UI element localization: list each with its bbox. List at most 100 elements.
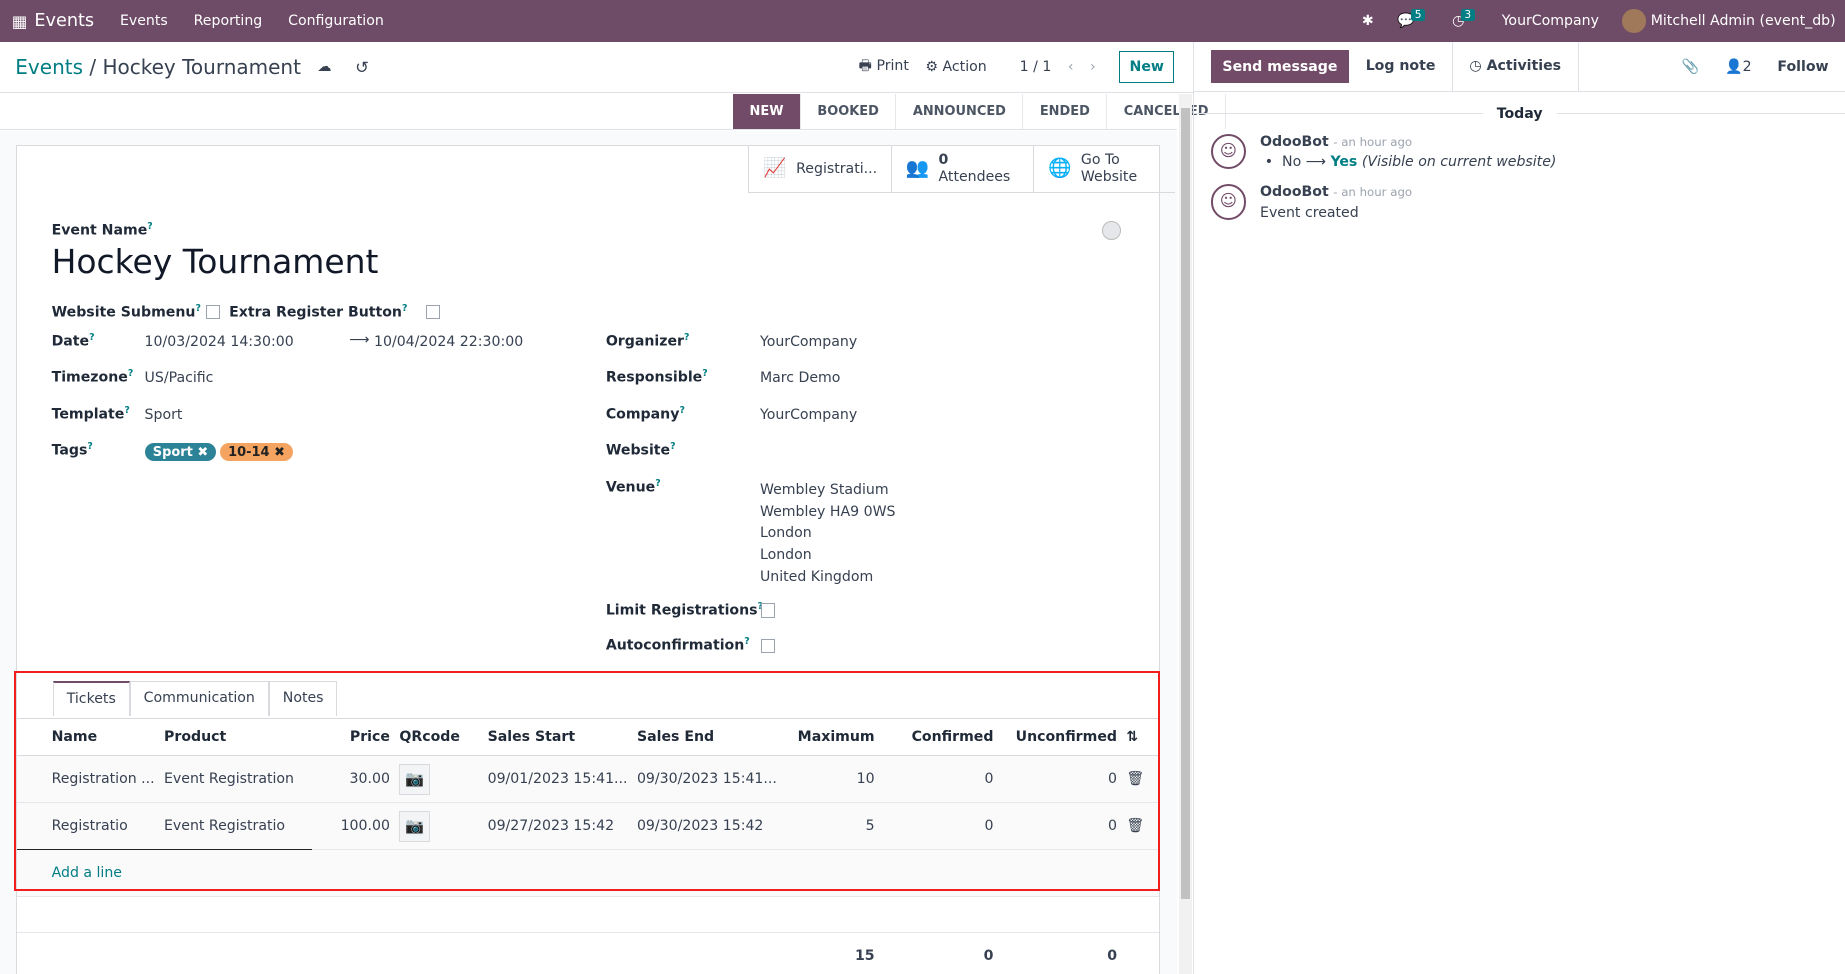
- avatar: [1622, 9, 1646, 33]
- website-submenu-checkbox[interactable]: [205, 305, 220, 320]
- control-panel: Events / Hockey Tournament ☁ ↺ 🖶 Print ⚙…: [0, 42, 1194, 93]
- activities-button[interactable]: ◷ Activities: [1453, 41, 1579, 92]
- stage-announced[interactable]: ANNOUNCED: [896, 94, 1024, 130]
- message-body: Event created: [1260, 205, 1359, 222]
- status-bar: NEW BOOKED ANNOUNCED ENDED CANCELLED: [733, 94, 1226, 130]
- menu-events[interactable]: Events: [120, 13, 168, 29]
- activities-button[interactable]: ◷3: [1452, 9, 1478, 29]
- website-label-1: Go To: [1080, 152, 1120, 169]
- venue-field[interactable]: Wembley Stadium Wembley HA9 0WS London L…: [760, 480, 896, 589]
- go-to-website-button[interactable]: 🌐 Go To Website: [1032, 145, 1175, 192]
- odoobot-avatar: ☺: [1210, 184, 1246, 220]
- message-author[interactable]: OdooBot: [1260, 134, 1329, 150]
- follow-button[interactable]: Follow: [1777, 59, 1828, 75]
- kanban-state-icon[interactable]: [1102, 221, 1122, 240]
- timezone-label: Timezone?: [51, 368, 134, 386]
- timezone-select[interactable]: US/Pacific: [145, 370, 214, 386]
- chatter: Send message Log note ◷ Activities 📎 👤2 …: [1193, 41, 1845, 974]
- website-submenu-label: Website Submenu?: [51, 303, 201, 322]
- date-end-input[interactable]: 10/04/2024 22:30:00: [374, 334, 523, 350]
- tag-10-14[interactable]: 10-14 ✖: [219, 443, 294, 461]
- pager[interactable]: 1 / 1: [1020, 59, 1052, 75]
- bug-icon[interactable]: ✱: [1362, 13, 1374, 29]
- breadcrumb: Events / Hockey Tournament: [15, 55, 301, 80]
- today-label: Today: [1496, 105, 1543, 122]
- tracking-old: No: [1282, 154, 1302, 171]
- activities-badge: 3: [1460, 9, 1475, 22]
- app-name[interactable]: Events: [34, 11, 94, 31]
- button-box: 📈 Registrati... 👥 0 Attendees 🌐 Go To Website: [748, 145, 1176, 193]
- arrow-right-icon: ⟶: [349, 331, 370, 348]
- message: ☺ OdooBot - an hour ago Event created: [1210, 184, 1845, 222]
- action-label: Action: [942, 59, 987, 76]
- breadcrumb-current: Hockey Tournament: [102, 55, 301, 80]
- extra-register-checkbox[interactable]: [426, 305, 441, 320]
- responsible-field[interactable]: Marc Demo: [760, 370, 840, 386]
- top-navbar: ▦ Events Events Reporting Configuration …: [0, 0, 1845, 43]
- template-label: Template?: [51, 404, 130, 423]
- user-menu[interactable]: Mitchell Admin (event_db): [1622, 9, 1836, 33]
- odoobot-avatar: ☺: [1210, 133, 1246, 169]
- menu-reporting[interactable]: Reporting: [194, 13, 263, 29]
- users-icon: 👥: [905, 157, 930, 179]
- total-maximum: 15: [785, 932, 880, 974]
- event-name-input[interactable]: Hockey Tournament: [52, 242, 379, 281]
- company-field[interactable]: YourCompany: [760, 407, 857, 423]
- extra-register-label: Extra Register Button?: [229, 303, 408, 322]
- venue-line: United Kingdom: [759, 568, 874, 585]
- action-button[interactable]: ⚙ Action: [925, 59, 986, 75]
- globe-icon: 🌐: [1048, 157, 1072, 179]
- prev-icon[interactable]: ‹: [1068, 59, 1074, 75]
- organizer-label: Organizer?: [605, 331, 690, 350]
- message-time: - an hour ago: [1333, 185, 1413, 200]
- organizer-field[interactable]: YourCompany: [760, 334, 857, 350]
- scrollbar-thumb[interactable]: [1181, 108, 1190, 899]
- autoconfirmation-label: Autoconfirmation?: [605, 636, 750, 655]
- website-label: Website?: [605, 441, 676, 459]
- venue-label: Venue?: [605, 477, 661, 496]
- attendees-button[interactable]: 👥 0 Attendees: [890, 145, 1033, 192]
- date-start-input[interactable]: 10/03/2024 14:30:00: [145, 334, 294, 350]
- attendees-count: 0: [938, 152, 949, 169]
- limit-registrations-label: Limit Registrations?: [605, 601, 763, 619]
- message-time: - an hour ago: [1333, 134, 1413, 149]
- menu-configuration[interactable]: Configuration: [288, 13, 384, 29]
- stage-ended[interactable]: ENDED: [1023, 94, 1108, 130]
- next-icon[interactable]: ›: [1090, 59, 1096, 75]
- stage-booked[interactable]: BOOKED: [801, 94, 897, 130]
- attendees-label: Attendees: [938, 168, 1011, 185]
- website-label-2: Website: [1080, 168, 1138, 185]
- venue-line: London: [759, 525, 812, 542]
- stage-new[interactable]: NEW: [733, 94, 801, 130]
- total-confirmed: 0: [879, 932, 999, 974]
- new-button[interactable]: New: [1119, 51, 1175, 84]
- discard-icon[interactable]: ↺: [355, 58, 369, 77]
- registrations-button[interactable]: 📈 Registrati...: [748, 145, 890, 192]
- tag-sport[interactable]: Sport ✖: [144, 443, 217, 461]
- messages-badge: 5: [1411, 9, 1426, 22]
- breadcrumb-events[interactable]: Events: [15, 55, 83, 79]
- registrations-label: Registrati...: [796, 160, 878, 177]
- responsible-label: Responsible?: [605, 368, 708, 386]
- print-button[interactable]: 🖶 Print: [859, 55, 909, 79]
- message: ☺ OdooBot - an hour ago • No ⟶ Yes (Visi…: [1210, 133, 1845, 171]
- followers-count: 2: [1742, 58, 1752, 75]
- limit-registrations-checkbox[interactable]: [761, 603, 776, 618]
- date-separator: Today: [1194, 106, 1845, 122]
- user-name: Mitchell Admin (event_db): [1650, 13, 1836, 30]
- event-name-label: Event Name?: [51, 221, 153, 239]
- autoconfirmation-checkbox[interactable]: [761, 638, 776, 653]
- tags-field[interactable]: Sport ✖ 10-14 ✖: [144, 443, 294, 461]
- total-unconfirmed: 0: [998, 932, 1122, 974]
- followers-button[interactable]: 👤2: [1725, 59, 1752, 75]
- activities-label: Activities: [1486, 57, 1562, 74]
- attachment-icon[interactable]: 📎: [1682, 59, 1700, 75]
- messages-button[interactable]: 💬5: [1397, 9, 1428, 29]
- send-message-button[interactable]: Send message: [1210, 50, 1350, 83]
- save-cloud-icon[interactable]: ☁: [317, 59, 331, 75]
- message-author[interactable]: OdooBot: [1260, 184, 1329, 200]
- template-select[interactable]: Sport: [145, 407, 183, 423]
- apps-grid-icon[interactable]: ▦: [12, 12, 28, 31]
- company-switcher[interactable]: YourCompany: [1502, 13, 1599, 29]
- log-note-button[interactable]: Log note: [1349, 41, 1453, 92]
